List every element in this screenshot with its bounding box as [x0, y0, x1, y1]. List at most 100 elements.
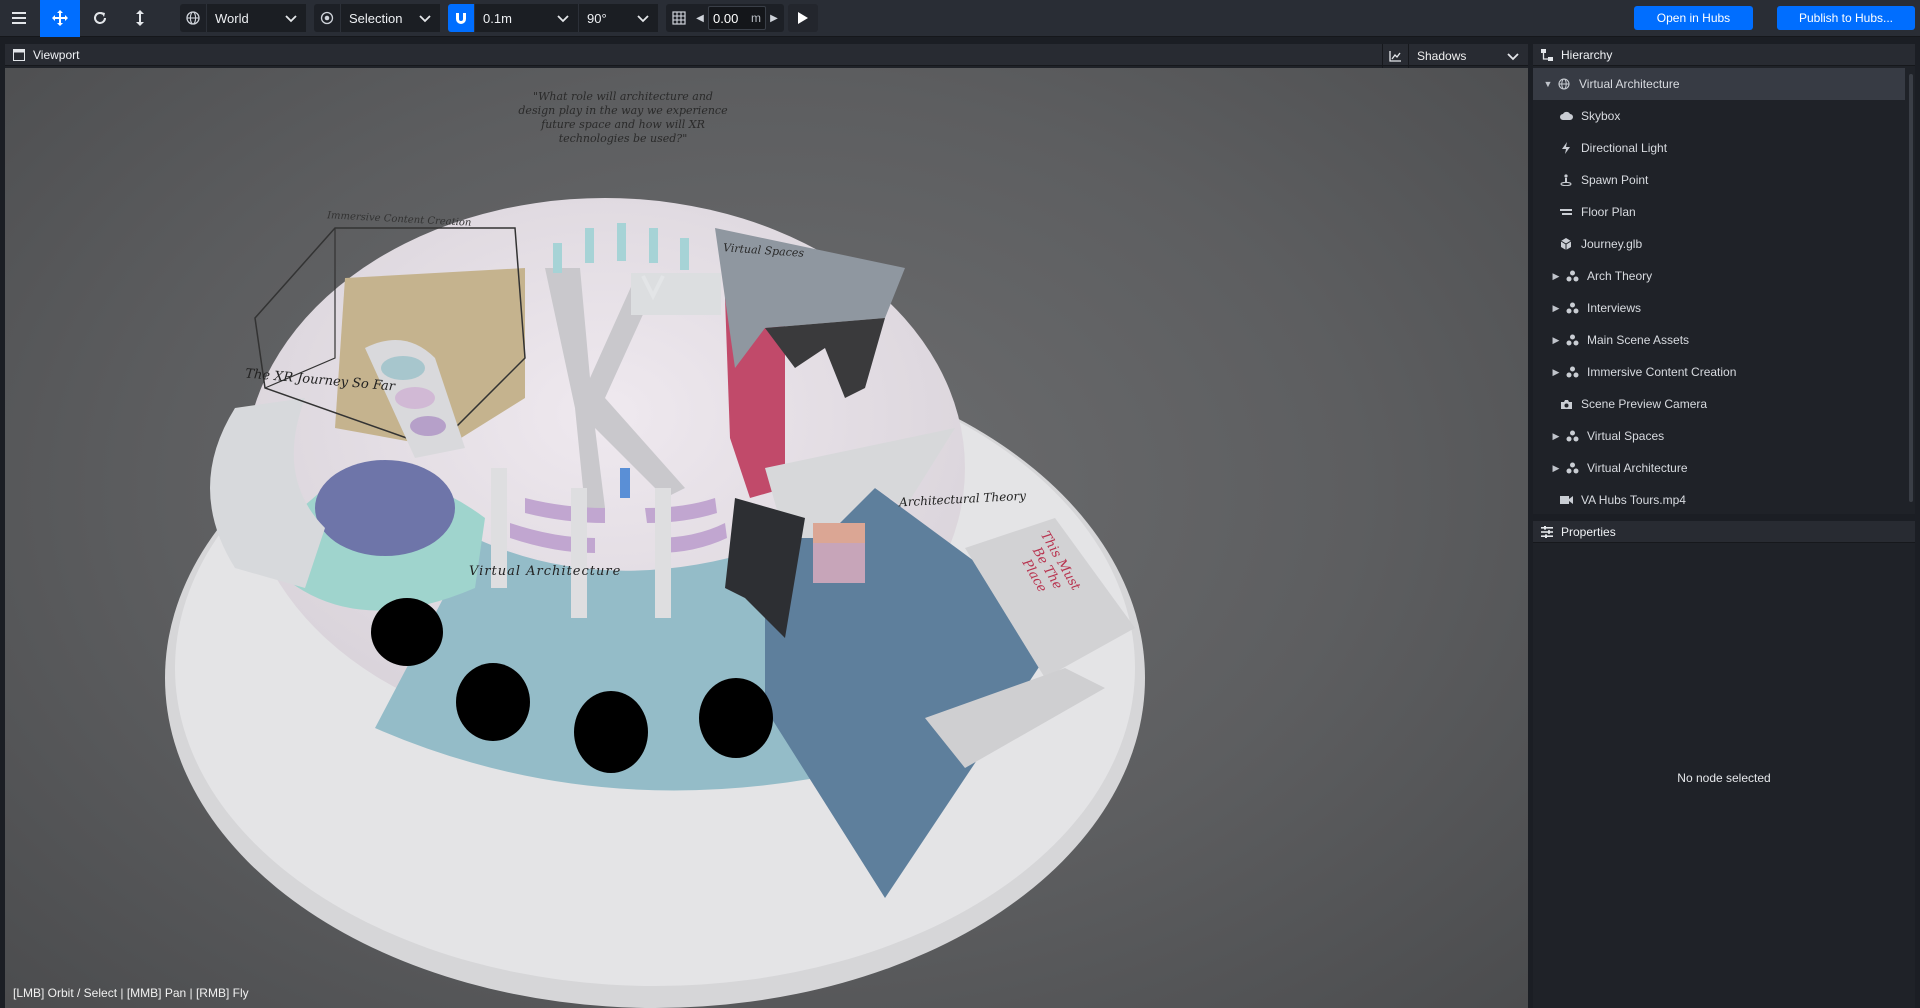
- rotate-snap-value: 90°: [587, 10, 607, 26]
- hierarchy-scrollbar[interactable]: [1909, 74, 1913, 502]
- caret-right-icon[interactable]: ▶: [1549, 463, 1563, 474]
- open-in-hubs-button[interactable]: Open in Hubs: [1634, 6, 1753, 30]
- video-icon: [1557, 493, 1575, 507]
- scale-icon: [136, 10, 144, 26]
- caret-right-icon[interactable]: ▶: [1549, 335, 1563, 346]
- chart-icon: [1389, 51, 1401, 62]
- tree-item-label: Virtual Architecture: [1579, 77, 1680, 91]
- scale-tool-button[interactable]: [120, 0, 160, 37]
- tree-item-va-hubs-tours[interactable]: VA Hubs Tours.mp4: [1533, 484, 1905, 516]
- hierarchy-icon: [1541, 48, 1553, 61]
- transform-space-value: World: [215, 10, 249, 26]
- viewport-canvas[interactable]: "What role will architecture and design …: [5, 68, 1528, 1008]
- transform-space-group: World: [180, 4, 306, 32]
- hierarchy-panel: Hierarchy ▼ Virtual Architecture Skybox …: [1533, 44, 1915, 514]
- hierarchy-header: Hierarchy: [1533, 44, 1915, 66]
- hierarchy-title: Hierarchy: [1561, 47, 1613, 62]
- grid-height-input[interactable]: 0.00 m: [708, 6, 766, 30]
- properties-empty-message: No node selected: [1677, 771, 1771, 785]
- chevron-down-icon: [285, 15, 297, 23]
- tree-item-label: Arch Theory: [1587, 269, 1653, 283]
- spawn-icon: [1557, 173, 1575, 187]
- grid-unit: m: [751, 11, 761, 25]
- tree-item-label: Virtual Spaces: [1587, 429, 1665, 443]
- viewport-header: Viewport: [5, 44, 1528, 66]
- caret-right-icon[interactable]: ▶: [1549, 303, 1563, 314]
- tree-item-floor-plan[interactable]: Floor Plan: [1533, 196, 1905, 228]
- translate-tool-button[interactable]: [40, 0, 80, 37]
- tree-item-label: Journey.glb: [1581, 237, 1643, 251]
- play-button[interactable]: [788, 4, 818, 32]
- translate-snap-value: 0.1m: [483, 10, 512, 26]
- cube-icon: [1557, 237, 1575, 251]
- tree-item-virtual-spaces[interactable]: ▶ Virtual Spaces: [1533, 420, 1905, 452]
- group-icon: [1563, 461, 1581, 475]
- stats-toggle[interactable]: [1382, 44, 1408, 68]
- render-mode-select[interactable]: Shadows: [1408, 44, 1528, 68]
- chevron-down-icon: [419, 15, 431, 23]
- tree-item-arch-theory[interactable]: ▶ Arch Theory: [1533, 260, 1905, 292]
- transform-space-select[interactable]: World: [206, 4, 306, 32]
- rotate-icon: [94, 12, 106, 24]
- tree-item-skybox[interactable]: Skybox: [1533, 100, 1905, 132]
- group-icon: [1563, 269, 1581, 283]
- target-icon: [314, 4, 340, 32]
- globe-icon: [180, 4, 206, 32]
- caret-right-icon[interactable]: ▶: [1549, 367, 1563, 378]
- caret-right-icon[interactable]: ▶: [1549, 431, 1563, 442]
- tree-item-label: Immersive Content Creation: [1587, 365, 1737, 379]
- menu-button[interactable]: [0, 0, 40, 37]
- rotate-tool-button[interactable]: [80, 0, 120, 37]
- tree-item-spawn-point[interactable]: Spawn Point: [1533, 164, 1905, 196]
- chevron-down-icon: [1507, 53, 1519, 61]
- grid-group: ◀ 0.00 m ▶: [666, 4, 784, 32]
- sliders-icon: [1541, 525, 1553, 538]
- pivot-select[interactable]: Selection: [340, 4, 440, 32]
- grid-toggle[interactable]: [666, 4, 692, 32]
- tree-item-main-scene-assets[interactable]: ▶ Main Scene Assets: [1533, 324, 1905, 356]
- tree-item-label: Directional Light: [1581, 141, 1668, 155]
- tree-item-immersive-content-creation[interactable]: ▶ Immersive Content Creation: [1533, 356, 1905, 388]
- properties-header: Properties: [1533, 521, 1915, 543]
- chevron-down-icon: [637, 15, 649, 23]
- tree-item-label: Interviews: [1587, 301, 1642, 315]
- grid-increment-button[interactable]: ▶: [766, 4, 782, 32]
- tree-item-virtual-architecture-group[interactable]: ▶ Virtual Architecture: [1533, 452, 1905, 484]
- snap-group: 0.1m 90°: [448, 4, 658, 32]
- bolt-icon: [1557, 141, 1575, 155]
- tree-item-label: Skybox: [1581, 109, 1621, 123]
- magnet-icon: [456, 13, 466, 24]
- viewport-panel: Viewport Shadows "What role will archite…: [5, 44, 1528, 1008]
- group-icon: [1563, 301, 1581, 315]
- floor-plan-icon: [1557, 205, 1575, 219]
- caret-down-icon[interactable]: ▼: [1541, 79, 1555, 89]
- tree-item-directional-light[interactable]: Directional Light: [1533, 132, 1905, 164]
- caret-right-icon[interactable]: ▶: [1549, 271, 1563, 282]
- scene-label-virtual-architecture: Virtual Architecture: [469, 564, 622, 579]
- pivot-group: Selection: [314, 4, 440, 32]
- tree-item-scene-preview-camera[interactable]: Scene Preview Camera: [1533, 388, 1905, 420]
- tree-item-label: Virtual Architecture: [1587, 461, 1688, 475]
- grid-icon: [672, 11, 686, 25]
- globe-icon: [1555, 77, 1573, 91]
- snap-toggle[interactable]: [448, 4, 474, 32]
- group-icon: [1563, 365, 1581, 379]
- group-icon: [1563, 333, 1581, 347]
- rotate-snap-select[interactable]: 90°: [578, 4, 658, 32]
- camera-icon: [1557, 397, 1575, 411]
- tree-item-journey-glb[interactable]: Journey.glb: [1533, 228, 1905, 260]
- viewport-controls: Shadows: [1382, 44, 1528, 68]
- toolbar: World Selection 0.1m 90° ◀ 0.00 m ▶ Open…: [0, 0, 1920, 37]
- tree-item-interviews[interactable]: ▶ Interviews: [1533, 292, 1905, 324]
- tree-item-virtual-architecture-root[interactable]: ▼ Virtual Architecture: [1533, 68, 1905, 100]
- grid-height-value: 0.00: [713, 10, 739, 26]
- tree-item-label: VA Hubs Tours.mp4: [1581, 493, 1686, 507]
- tree-item-label: Floor Plan: [1581, 205, 1636, 219]
- grid-decrement-button[interactable]: ◀: [692, 4, 708, 32]
- publish-to-hubs-button[interactable]: Publish to Hubs...: [1777, 6, 1915, 30]
- viewport-controls-hint: [LMB] Orbit / Select | [MMB] Pan | [RMB]…: [13, 986, 249, 1000]
- viewport-title: Viewport: [33, 47, 80, 62]
- group-icon: [1563, 429, 1581, 443]
- translate-snap-select[interactable]: 0.1m: [474, 4, 578, 32]
- play-icon: [798, 12, 808, 24]
